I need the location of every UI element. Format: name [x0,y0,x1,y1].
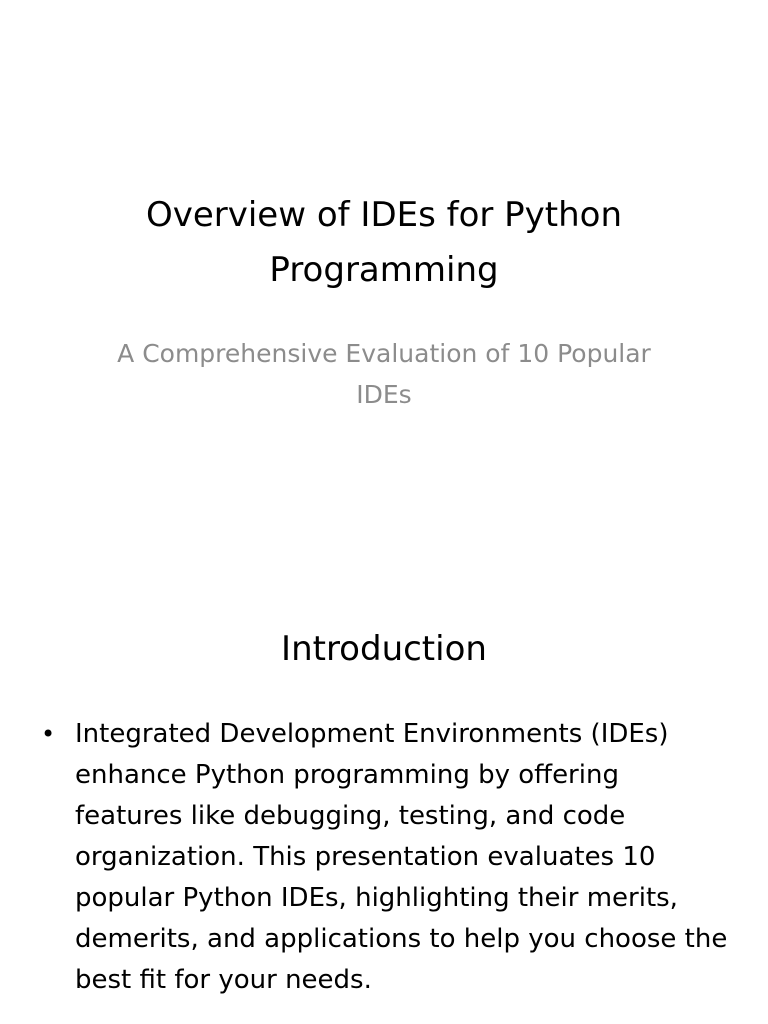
bullet-item: • Integrated Development Environments (I… [38,714,728,1001]
title-slide: Overview of IDEs for Python Programming … [0,0,768,576]
slide-subtitle: A Comprehensive Evaluation of 10 Popular… [117,339,651,409]
bullet-list: • Integrated Development Environments (I… [38,714,728,1001]
bullet-text: Integrated Development Environments (IDE… [75,719,728,995]
introduction-slide: Introduction • Integrated Development En… [0,576,768,1024]
slide-title: Introduction [281,629,487,669]
slide-title: Overview of IDEs for Python Programming [145,195,623,290]
bullet-point-icon: • [41,720,56,748]
